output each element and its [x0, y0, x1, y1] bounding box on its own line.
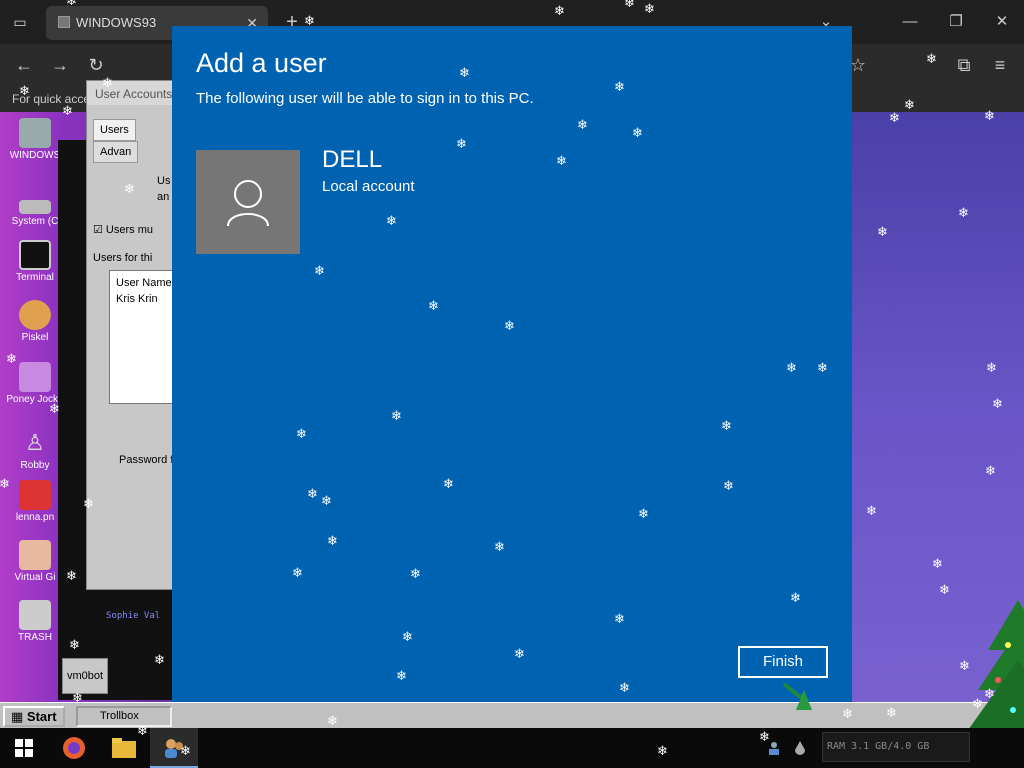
terminal-icon — [19, 240, 51, 270]
desktop-icon-label: Robby — [20, 460, 50, 471]
desktop-icon-label: TRASH — [18, 632, 52, 643]
restore-icon[interactable]: ❐ — [942, 8, 970, 36]
trash-icon — [19, 600, 51, 630]
palette-icon — [19, 300, 51, 330]
users-must-checkbox[interactable]: ☑ Users mu — [87, 221, 185, 238]
intro-text-1: Us — [157, 175, 171, 187]
people-tray-icon[interactable] — [768, 740, 784, 756]
minimize-icon[interactable]: — — [896, 8, 924, 36]
droplet-tray-icon[interactable] — [792, 740, 808, 756]
users-list-label: Users for thi — [93, 252, 153, 264]
computer-icon — [19, 118, 51, 148]
windows93-taskbar: ▦ Start Trollbox — [0, 702, 1024, 728]
pony-icon — [19, 362, 51, 392]
performance-monitor: RAM 3.1 GB/4.0 GB — [822, 732, 970, 762]
screen: ▭ WINDOWS93 ✕ + ⌄ — ❐ ✕ ← → ↻ ☆ ⧉ ≡ For … — [0, 0, 1024, 768]
user-name: DELL — [322, 146, 383, 173]
finish-button[interactable]: Finish — [738, 646, 828, 678]
forward-icon[interactable]: → — [46, 52, 74, 78]
dialog-title: Add a user — [196, 48, 327, 78]
tab-advanced[interactable]: Advan — [93, 141, 139, 163]
image-icon — [19, 480, 51, 510]
tab-title: WINDOWS93 — [76, 15, 157, 30]
file-explorer-icon[interactable] — [100, 728, 148, 768]
account-type: Local account — [322, 178, 415, 195]
trollbox-taskbar-button[interactable]: Trollbox — [76, 706, 172, 727]
extensions-icon[interactable]: ⧉ — [950, 52, 978, 78]
intro-text-2: an — [157, 191, 170, 203]
bookmarks-hint: For quick acce — [12, 92, 91, 106]
tab-list-icon[interactable]: ▭ — [8, 10, 32, 34]
close-window-icon[interactable]: ✕ — [988, 8, 1016, 36]
drive-icon — [19, 200, 51, 214]
start-label: Start — [26, 709, 57, 724]
christmas-tree-icon — [968, 600, 1024, 730]
desktop-icon-label: System (C — [11, 216, 59, 227]
windows-start-icon[interactable] — [0, 728, 48, 768]
dialog-subtitle: The following user will be able to sign … — [196, 90, 534, 107]
vm0bot-label: vm0bot — [62, 658, 108, 694]
reload-icon[interactable]: ↻ — [82, 52, 110, 78]
users-list-row[interactable]: Kris Krin — [116, 293, 178, 305]
face-icon — [19, 540, 51, 570]
add-user-dialog: Add a user The following user will be ab… — [172, 26, 852, 702]
robot-icon: ♙ — [25, 430, 45, 455]
trollbox-label: Trollbox — [100, 710, 139, 722]
favicon-icon — [58, 16, 70, 28]
terminal-line: Sophie Val — [106, 611, 161, 621]
desktop-icon-label: Terminal — [16, 272, 54, 283]
user-avatar — [196, 150, 300, 254]
tab-users[interactable]: Users — [93, 119, 136, 141]
desktop-icon-label: Poney Jocke — [6, 394, 64, 405]
start-button[interactable]: ▦ Start — [3, 706, 65, 727]
back-icon[interactable]: ← — [10, 52, 38, 78]
desktop-icon-label: WINDOWS — [9, 150, 61, 161]
menu-icon[interactable]: ≡ — [986, 52, 1014, 78]
user-accounts-title: User Accounts — [87, 81, 185, 105]
firefox-icon[interactable] — [50, 728, 98, 768]
desktop-icon-label: Piskel — [21, 332, 49, 343]
user-accounts-window: User Accounts Users Advan Us an ☑ Users … — [86, 80, 186, 590]
users-list-header: User Name — [116, 277, 172, 289]
user-silhouette-icon — [227, 180, 269, 227]
cursor-icon — [782, 682, 812, 710]
desktop-icon-label: lenna.pn — [15, 512, 55, 523]
user-accounts-taskbar-icon[interactable] — [150, 728, 198, 768]
start-logo-icon: ▦ — [11, 709, 24, 724]
desktop-icon-label: Virtual Gi — [14, 572, 56, 583]
checkbox-label: Users mu — [105, 224, 153, 236]
